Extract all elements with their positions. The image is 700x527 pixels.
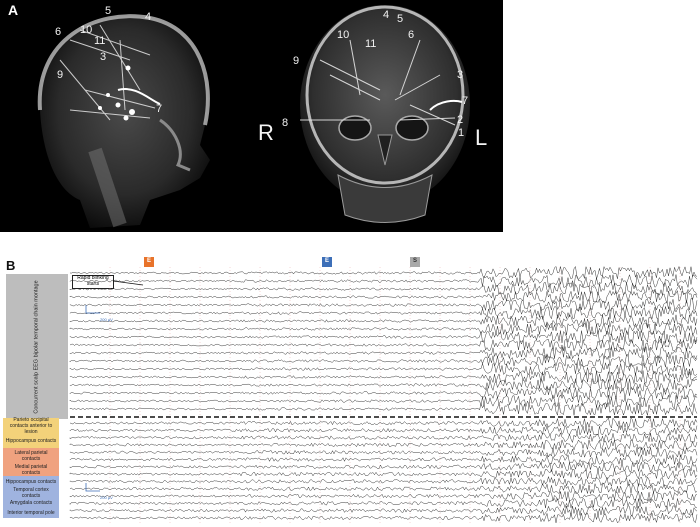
panel-b-eeg: B Concurrent scalp EEG bipolar temporal … (0, 255, 700, 527)
amplitude-scale-bar (85, 305, 100, 314)
panel-a-xray: A 5 4 6 10 11 3 9 7 4 5 10 11 6 9 3 7 8 … (0, 0, 503, 232)
scalp-eeg-trace (69, 346, 698, 360)
lateral-label-4: 4 (145, 11, 151, 23)
depth-eeg-trace (69, 475, 698, 488)
scalp-eeg-trace (69, 265, 698, 280)
lateral-label-7: 7 (156, 103, 162, 115)
frontal-label-11: 11 (365, 38, 376, 50)
frontal-label-3: 3 (457, 69, 463, 81)
frontal-label-8: 8 (282, 117, 288, 129)
depth-eeg-trace (69, 461, 698, 473)
depth-eeg-trace (69, 497, 698, 509)
frontal-label-7: 7 (462, 95, 468, 107)
lateral-label-9: 9 (57, 69, 63, 81)
amplitude-scale-bar (85, 483, 100, 492)
scalp-eeg-trace (69, 338, 698, 352)
depth-eeg-trace (69, 446, 698, 458)
frontal-skull-image: 4 5 10 11 6 9 3 7 8 2 1 R L (258, 5, 487, 223)
lateral-label-6: 6 (55, 26, 61, 38)
depth-eeg-trace (69, 512, 698, 524)
frontal-label-6: 6 (408, 29, 414, 41)
frontal-label-1: 1 (458, 127, 464, 139)
side-letter-left: L (475, 125, 487, 150)
scalp-eeg-trace (69, 354, 698, 368)
frontal-label-2: 2 (457, 114, 463, 126)
scalp-eeg-trace (69, 282, 698, 296)
depth-eeg-trace (69, 424, 698, 436)
frontal-label-10: 10 (337, 29, 349, 41)
scalp-eeg-trace (69, 370, 698, 384)
depth-eeg-trace (69, 490, 698, 502)
scalp-eeg-trace (69, 402, 698, 417)
scale-label-bottom: 200 µV (100, 495, 113, 500)
scalp-eeg-trace (69, 377, 698, 392)
scalp-eeg-trace (69, 394, 698, 409)
scale-label-top: 200 µV (100, 317, 113, 322)
scalp-eeg-trace (69, 386, 698, 400)
scalp-eeg-trace (69, 273, 698, 288)
side-letter-right: R (258, 120, 274, 145)
scalp-eeg-trace (69, 297, 698, 313)
frontal-label-4: 4 (383, 9, 389, 21)
lateral-skull-image: 5 4 6 10 11 3 9 7 (37, 5, 210, 228)
lateral-label-10: 10 (80, 24, 92, 36)
lateral-label-3: 3 (100, 51, 106, 63)
scalp-eeg-trace (69, 313, 698, 328)
depth-eeg-trace (69, 468, 698, 480)
frontal-label-9: 9 (293, 55, 299, 67)
depth-eeg-trace (69, 482, 698, 495)
depth-eeg-trace (69, 439, 698, 451)
annotation-arrow (112, 280, 144, 286)
panel-a-letter: A (8, 2, 19, 18)
lateral-label-11: 11 (94, 35, 105, 47)
depth-eeg-trace (69, 417, 698, 429)
depth-eeg-trace (69, 505, 698, 516)
lateral-label-5: 5 (105, 5, 111, 17)
xray-images: 5 4 6 10 11 3 9 7 4 5 10 11 6 9 3 7 8 2 … (37, 5, 487, 228)
scalp-eeg-trace (69, 322, 698, 336)
depth-eeg-trace (69, 453, 698, 466)
frontal-label-5: 5 (397, 13, 403, 25)
eeg-traces (69, 265, 698, 524)
